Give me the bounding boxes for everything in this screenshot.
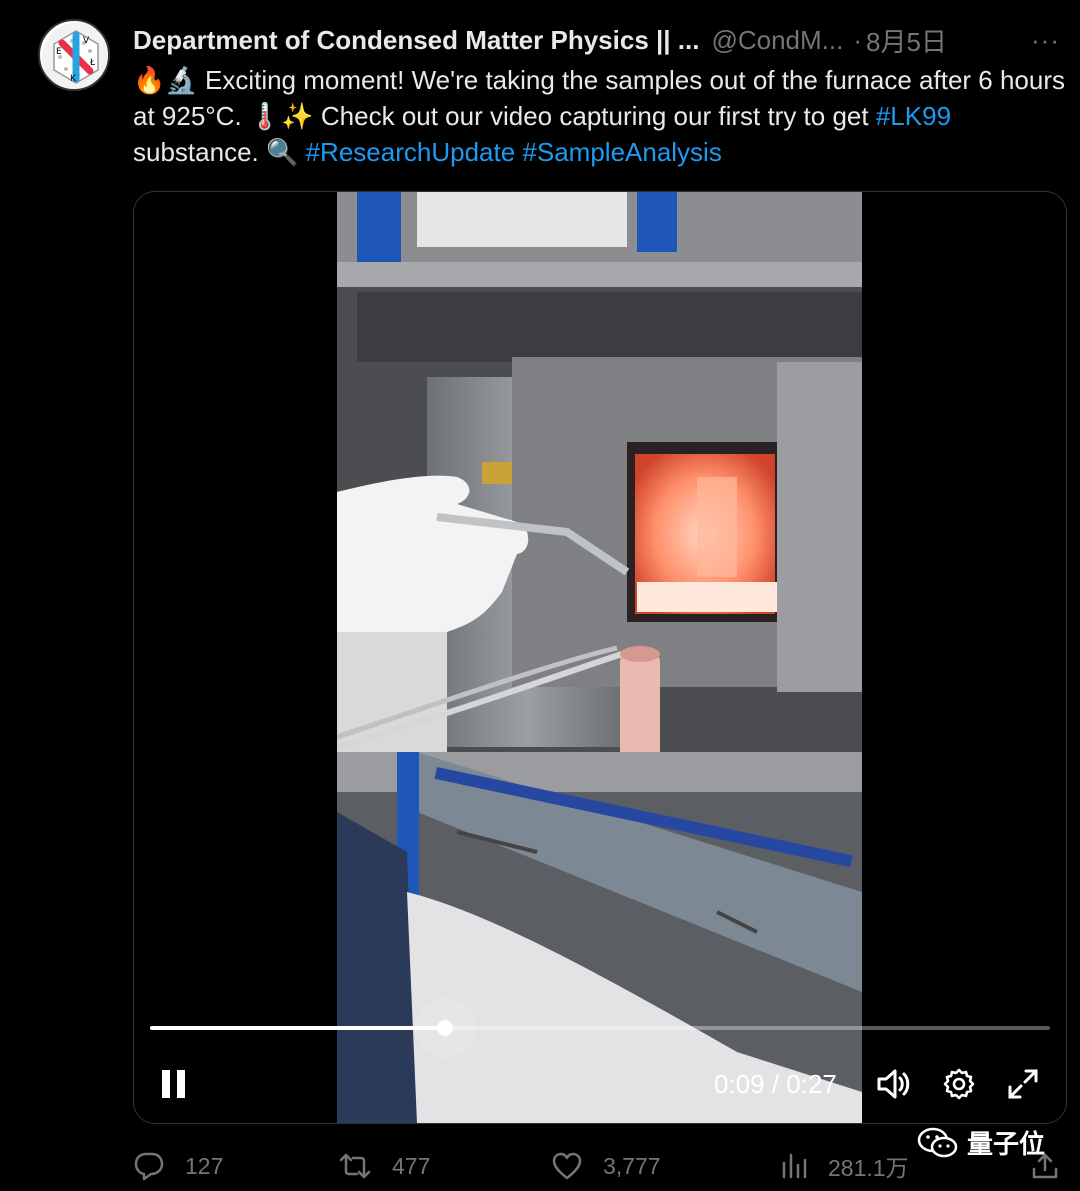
reply-count: 127 bbox=[185, 1152, 224, 1179]
retweet-count: 477 bbox=[392, 1152, 431, 1179]
retweet-icon bbox=[339, 1153, 371, 1179]
author-handle[interactable]: @CondM... bbox=[711, 25, 843, 56]
settings-button[interactable] bbox=[942, 1064, 976, 1104]
fullscreen-button[interactable] bbox=[1006, 1064, 1040, 1104]
current-time: 0:09 bbox=[714, 1068, 765, 1099]
header-separator: · bbox=[853, 24, 863, 55]
avatar-letter: V bbox=[83, 36, 90, 46]
reply-icon bbox=[134, 1152, 164, 1181]
hashtag-link[interactable]: #LK99 bbox=[876, 101, 951, 131]
hashtag-link[interactable]: #SampleAnalysis bbox=[522, 137, 721, 167]
video-scrubber-handle[interactable] bbox=[436, 1020, 453, 1036]
pause-button[interactable] bbox=[160, 1064, 188, 1104]
video-still-illustration bbox=[337, 192, 862, 1123]
volume-button[interactable] bbox=[876, 1064, 912, 1104]
avatar-logo-icon: E V K Ł bbox=[42, 23, 108, 89]
video-frame[interactable] bbox=[337, 192, 862, 1123]
avatar-letter: E bbox=[56, 47, 62, 57]
heart-icon bbox=[552, 1152, 582, 1180]
reply-button[interactable]: 127 bbox=[133, 1151, 223, 1181]
video-progress-fill bbox=[150, 1026, 445, 1030]
more-options-icon[interactable]: ··· bbox=[1031, 22, 1060, 58]
like-button[interactable]: 3,777 bbox=[551, 1151, 661, 1181]
tweet-header: Department of Condensed Matter Physics |… bbox=[133, 22, 1060, 58]
hashtag-link[interactable]: #ResearchUpdate bbox=[306, 137, 516, 167]
fullscreen-icon bbox=[1008, 1069, 1038, 1099]
tweet-text-part: substance. bbox=[133, 137, 266, 167]
tweet-text-part: Check out our video capturing our first … bbox=[313, 101, 876, 131]
pause-icon bbox=[162, 1070, 185, 1098]
thermometer-sparkles-emoji: 🌡️✨ bbox=[248, 101, 314, 131]
watermark-text: 量子位 bbox=[966, 1129, 1045, 1159]
views-analytics-icon bbox=[782, 1153, 807, 1179]
video-duration: 0:27 bbox=[786, 1068, 837, 1099]
video-time-display: 0:09 / 0:27 bbox=[714, 1064, 837, 1104]
views-count: 281.1万 bbox=[828, 1155, 909, 1181]
video-player[interactable]: 0:09 / 0:27 bbox=[133, 191, 1067, 1124]
wechat-logo-icon bbox=[917, 1127, 958, 1157]
fire-microscope-emoji: 🔥🔬 bbox=[133, 65, 198, 95]
tweet-date[interactable]: 8月5日 bbox=[866, 22, 947, 59]
video-progress-bar[interactable] bbox=[150, 998, 1050, 1058]
author-avatar[interactable]: E V K Ł bbox=[38, 19, 110, 91]
retweet-button[interactable]: 477 bbox=[338, 1151, 430, 1181]
volume-icon bbox=[877, 1069, 910, 1099]
time-separator: / bbox=[764, 1068, 787, 1099]
avatar-letter: Ł bbox=[89, 58, 96, 68]
author-name[interactable]: Department of Condensed Matter Physics |… bbox=[133, 25, 699, 56]
watermark: 量子位 bbox=[917, 1124, 1045, 1161]
magnifier-emoji: 🔍 bbox=[265, 137, 299, 167]
settings-gear-icon bbox=[943, 1068, 975, 1100]
views-button[interactable]: 281.1万 bbox=[780, 1149, 909, 1183]
like-count: 3,777 bbox=[603, 1152, 661, 1179]
tweet-text: 🔥🔬 Exciting moment! We're taking the sam… bbox=[133, 62, 1068, 170]
